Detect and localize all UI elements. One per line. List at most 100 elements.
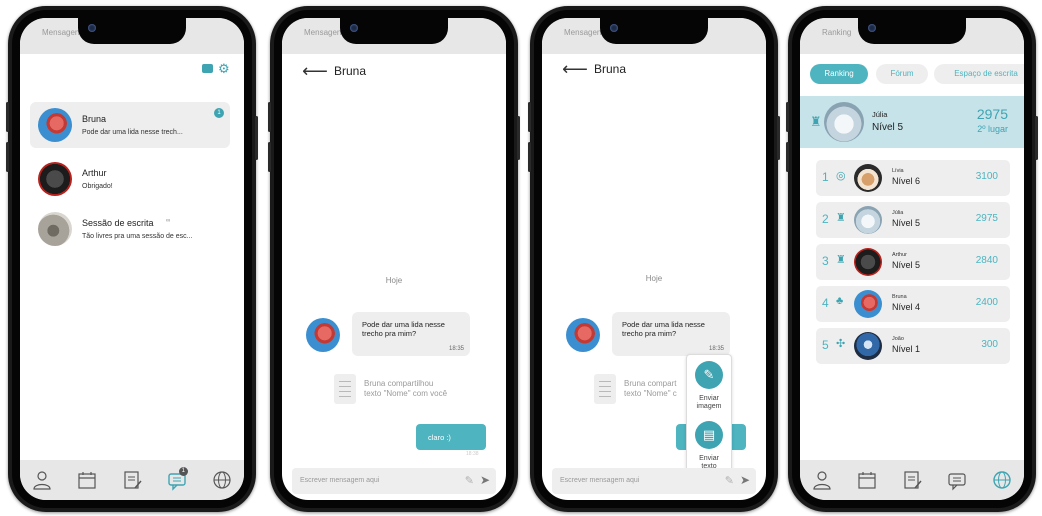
- tab-ranking[interactable]: Ranking: [810, 64, 868, 84]
- calendar-icon[interactable]: [76, 469, 98, 491]
- edit-document-icon[interactable]: [121, 469, 143, 491]
- rank-level: Nível 1: [892, 344, 921, 354]
- phone-frame-ranking: Ranking Ranking Fórum Espaço de escrita …: [786, 6, 1038, 512]
- phone-frame-chat-attach: Mensagens ⟵ Bruna Hoje Pode dar uma lida…: [528, 6, 780, 512]
- avatar: [566, 318, 600, 352]
- rank-position: 5: [822, 338, 829, 352]
- rank-score: 2400: [975, 297, 998, 308]
- volume-button: [6, 142, 9, 172]
- avatar: [38, 212, 72, 246]
- notch: [600, 18, 708, 44]
- conversation-preview: Obrigado!: [82, 183, 113, 190]
- shared-text-notice[interactable]: Bruna compartilhou texto "Nome" com você: [364, 379, 447, 399]
- message-input[interactable]: Escrever mensagem aqui ✎ ➤: [552, 468, 756, 494]
- shared-text-line: Bruna compart: [624, 379, 677, 388]
- ranking-row[interactable]: 5 ✣ João Nível 1 300: [816, 328, 1010, 364]
- new-message-icon[interactable]: [202, 64, 213, 73]
- chat-icon[interactable]: [946, 469, 968, 491]
- avatar: [38, 108, 72, 142]
- chat-icon[interactable]: 1: [166, 467, 188, 491]
- calendar-icon[interactable]: [856, 469, 878, 491]
- person-icon[interactable]: [31, 469, 53, 491]
- ranking-row[interactable]: 2 ♜ Júlia Nível 5 2975: [816, 202, 1010, 238]
- tab-forum[interactable]: Fórum: [876, 64, 928, 84]
- conversation-item-writing-session[interactable]: Sessão de escrita ∞ Tão livres pra uma s…: [30, 206, 230, 252]
- chat-contact-name: Bruna: [594, 62, 627, 76]
- volume-button: [268, 142, 271, 172]
- settings-gear-icon[interactable]: ⚙: [218, 62, 230, 75]
- unread-badge: 1: [214, 108, 224, 118]
- volume-button: [268, 102, 271, 132]
- notch: [340, 18, 448, 44]
- shared-text-line: Bruna compartilhou: [364, 379, 434, 388]
- trophy-icon: ♜: [836, 212, 846, 224]
- avatar: [306, 318, 340, 352]
- send-icon[interactable]: ➤: [480, 473, 490, 487]
- attach-icon[interactable]: ✎: [465, 474, 474, 487]
- rank-name: João: [892, 336, 904, 342]
- message-input[interactable]: Escrever mensagem aqui ✎ ➤: [292, 468, 496, 494]
- back-arrow-icon[interactable]: ⟵: [562, 60, 588, 78]
- back-arrow-icon[interactable]: ⟵: [302, 62, 328, 80]
- shared-text-line: texto "Nome" com você: [364, 389, 448, 398]
- screen-messages: Mensagens ⚙ Bruna Pode dar uma lida ness…: [20, 18, 244, 500]
- volume-button: [6, 102, 9, 132]
- shared-text-notice[interactable]: Bruna compart texto "Nome" c: [624, 379, 677, 399]
- user-score: 2975: [976, 106, 1008, 122]
- camera-icon: [88, 24, 96, 32]
- volume-button: [528, 142, 531, 172]
- message-text: Pode dar uma lida nesse trecho pra mim?: [362, 320, 445, 338]
- rank-name: Bruna: [892, 294, 907, 300]
- rank-name: Arthur: [892, 252, 907, 258]
- document-send-icon[interactable]: ▤: [695, 421, 723, 449]
- rank-position: 4: [822, 296, 829, 310]
- tab-row: Ranking Fórum Espaço de escrita: [810, 64, 1024, 86]
- globe-icon[interactable]: [211, 469, 233, 491]
- day-separator: Hoje: [385, 276, 403, 285]
- rank-level: Nível 6: [892, 176, 921, 186]
- conversation-item-bruna[interactable]: Bruna Pode dar uma lida nesse trech... 1: [30, 102, 230, 148]
- avatar: [854, 248, 882, 276]
- tab-writing-space[interactable]: Espaço de escrita: [934, 64, 1024, 84]
- ranking-row[interactable]: 4 ♣ Bruna Nível 4 2400: [816, 286, 1010, 322]
- attach-image-line: Enviar: [699, 395, 719, 402]
- avatar: [854, 206, 882, 234]
- rank-position: 2: [822, 212, 829, 226]
- avatar: [854, 290, 882, 318]
- power-button: [1035, 116, 1038, 160]
- notch: [858, 18, 966, 44]
- nav-chat-badge: 1: [178, 467, 188, 476]
- rank-name: Júlia: [892, 210, 904, 216]
- conversation-preview: Tão livres pra uma sessão de esc...: [82, 233, 193, 240]
- rank-level: Nível 4: [892, 302, 921, 312]
- day-separator: Hoje: [645, 274, 663, 283]
- shared-text-line: texto "Nome" c: [624, 389, 677, 398]
- ranking-row[interactable]: 1 ◎ Lívia Nível 6 3100: [816, 160, 1010, 196]
- user-name: Júlia: [872, 110, 888, 119]
- attach-text-line: Enviar: [699, 455, 719, 462]
- outgoing-message-bubble: claro :): [416, 424, 486, 450]
- globe-icon[interactable]: [991, 469, 1013, 491]
- attach-icon[interactable]: ✎: [725, 474, 734, 487]
- ranking-row[interactable]: 3 ♜ Arthur Nível 5 2840: [816, 244, 1010, 280]
- conversation-name: Bruna: [82, 114, 107, 124]
- person-icon[interactable]: [811, 469, 833, 491]
- chat-header: ⟵ Bruna: [542, 52, 766, 92]
- send-icon[interactable]: ➤: [740, 473, 750, 487]
- conversation-item-arthur[interactable]: Arthur Obrigado!: [30, 156, 230, 202]
- edit-document-icon[interactable]: [901, 469, 923, 491]
- chat-header: ⟵ Bruna: [282, 54, 506, 94]
- document-icon: [334, 374, 356, 404]
- power-button: [777, 116, 780, 160]
- attach-menu: ✎ Enviar imagem ▤ Enviar texto: [686, 354, 732, 480]
- medal-icon: ◎: [836, 170, 846, 182]
- volume-button: [786, 102, 789, 132]
- screen-chat-attach: Mensagens ⟵ Bruna Hoje Pode dar uma lida…: [542, 18, 766, 500]
- document-icon: [594, 374, 616, 404]
- paperclip-icon[interactable]: ✎: [695, 361, 723, 389]
- attach-image-label[interactable]: Enviar imagem: [687, 395, 731, 411]
- conversation-name: Sessão de escrita: [82, 218, 154, 228]
- status-title: Ranking: [822, 28, 852, 37]
- avatar: [824, 102, 864, 142]
- notch: [78, 18, 186, 44]
